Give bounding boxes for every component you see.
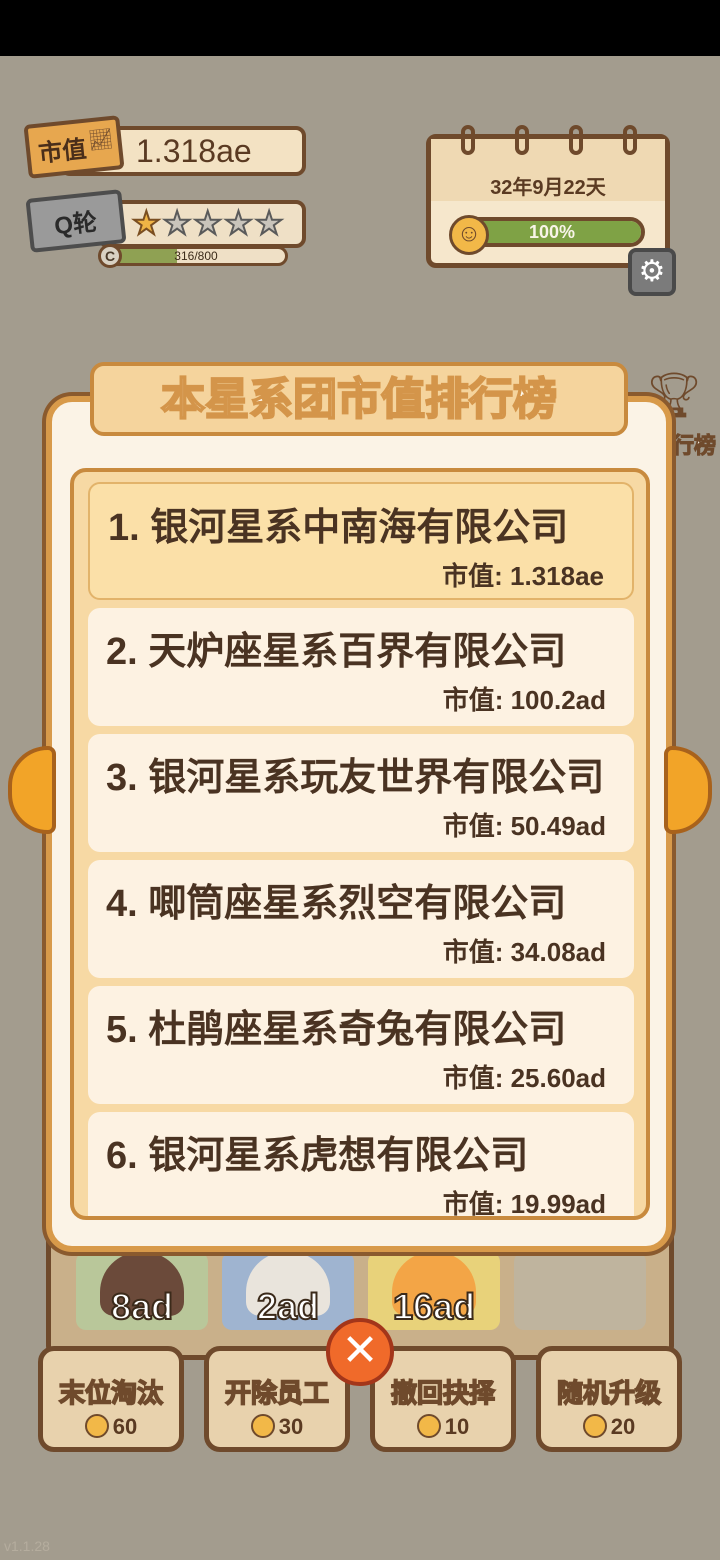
action-cost: 20 [610, 1414, 636, 1439]
leaderboard-entry: 4. 唧筒座星系烈空有限公司 市值: 34.08ad [88, 860, 634, 978]
calendar-ring-icon [461, 125, 475, 155]
leaderboard-entry: 6. 银河星系虎想有限公司 市值: 19.99ad [88, 1112, 634, 1219]
leaderboard-entry: 5. 杜鹃座星系奇兔有限公司 市值: 25.60ad [88, 986, 634, 1104]
eliminate-last-button[interactable]: 末位淘汰 60 [38, 1346, 184, 1452]
market-value-badge: 市值 📈︎ [23, 115, 125, 179]
smiley-icon [84, 1414, 109, 1438]
calendar-ring-icon [623, 125, 637, 155]
star-icon: ★ [223, 205, 254, 241]
version-label: v1.1.28 [4, 1538, 50, 1554]
funding-round-label: Q轮 [53, 208, 99, 241]
chart-icon: 📈︎ [86, 127, 115, 153]
close-icon[interactable]: ✕ [326, 1318, 394, 1386]
action-label: 撤回抉择 [390, 1377, 496, 1409]
action-cost: 60 [112, 1414, 138, 1439]
star-rating: ★ ★ ★ ★ ★ [131, 205, 285, 241]
smiley-icon [250, 1414, 275, 1438]
empty-staff-slot [514, 1252, 646, 1330]
company-market-value: 市值: 100.2ad [442, 685, 606, 715]
company-market-value: 市值: 50.49ad [442, 811, 606, 841]
leaderboard-title-banner: 本星系团市值排行榜 [90, 362, 628, 436]
staff-card[interactable]: 8ad [76, 1252, 208, 1330]
company-name: 3. 银河星系玩友世界有限公司 [106, 757, 605, 799]
company-market-value: 市值: 25.60ad [442, 1063, 606, 1093]
smiley-icon: ☺ [449, 215, 489, 255]
staff-price: 2ad [256, 1285, 320, 1328]
calendar-ring-icon [515, 125, 529, 155]
staff-card[interactable]: 16ad [368, 1252, 500, 1330]
staff-price: 8ad [110, 1285, 174, 1328]
company-name: 4. 唧筒座星系烈空有限公司 [106, 883, 567, 925]
random-upgrade-button[interactable]: 随机升级 20 [536, 1346, 682, 1452]
xp-progress-bar: 316/800 [104, 246, 288, 266]
star-icon: ★ [162, 205, 193, 241]
leaderboard-title: 本星系团市值排行榜 [160, 374, 558, 425]
company-market-value: 市值: 19.99ad [442, 1189, 606, 1219]
action-label: 末位淘汰 [58, 1377, 164, 1409]
company-market-value: 市值: 1.318ae [442, 561, 604, 591]
leaderboard-entry: 2. 天炉座星系百界有限公司 市值: 100.2ad [88, 608, 634, 726]
market-value: 1.318ae [136, 133, 252, 169]
company-name: 6. 银河星系虎想有限公司 [106, 1135, 529, 1177]
company-name: 5. 杜鹃座星系奇兔有限公司 [106, 1009, 567, 1051]
leaderboard-list[interactable]: 1. 银河星系中南海有限公司 市值: 1.318ae 2. 天炉座星系百界有限公… [88, 482, 634, 1219]
mood-percent: 100% [528, 222, 576, 242]
market-value-badge-label: 市值 [37, 135, 88, 168]
calendar-ring-icon [569, 125, 583, 155]
leaderboard-list-frame[interactable]: 1. 银河星系中南海有限公司 市值: 1.318ae 2. 天炉座星系百界有限公… [70, 468, 650, 1220]
star-icon: ★ [192, 205, 223, 241]
status-bar [0, 0, 720, 56]
action-cost: 10 [444, 1414, 470, 1439]
action-label: 开除员工 [224, 1377, 330, 1409]
company-market-value: 市值: 34.08ad [442, 937, 606, 967]
company-name: 2. 天炉座星系百界有限公司 [106, 631, 567, 673]
smiley-icon [582, 1414, 607, 1438]
coin-icon: C [98, 244, 122, 268]
star-icon: ★ [254, 205, 285, 241]
staff-price: 16ad [392, 1285, 476, 1328]
leaderboard-entry: 3. 银河星系玩友世界有限公司 市值: 50.49ad [88, 734, 634, 852]
star-icon: ★ [131, 205, 162, 241]
settings-gear-icon[interactable]: ⚙ [628, 248, 676, 296]
game-date: 32年9月22天 [490, 177, 606, 199]
smiley-icon [416, 1414, 441, 1438]
staff-card[interactable]: 2ad [222, 1252, 354, 1330]
ranking-button-label[interactable]: 行榜 [671, 428, 716, 460]
company-name: 1. 银河星系中南海有限公司 [108, 507, 569, 549]
action-label: 随机升级 [556, 1377, 662, 1409]
xp-progress-text: 316/800 [174, 249, 218, 263]
leaderboard-entry: 1. 银河星系中南海有限公司 市值: 1.318ae [88, 482, 634, 600]
action-cost: 30 [278, 1414, 304, 1439]
